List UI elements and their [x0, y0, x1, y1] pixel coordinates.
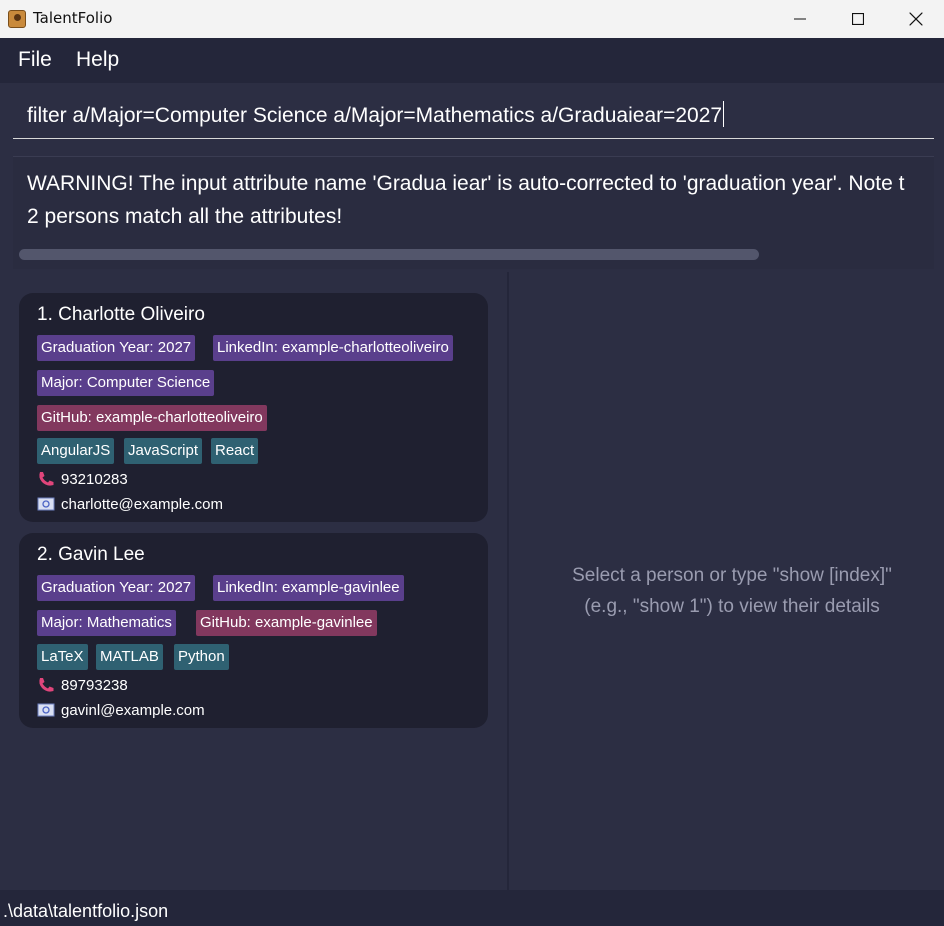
tag-skill: AngularJS	[37, 438, 115, 464]
tag-graduation-year: Graduation Year: 2027	[37, 335, 196, 361]
command-input[interactable]: filter a/Major=Computer Science a/Major=…	[13, 97, 934, 139]
phone-icon	[39, 678, 54, 692]
email-address: gavinl@example.com	[61, 702, 205, 719]
menu-help[interactable]: Help	[76, 48, 119, 72]
result-line-1: WARNING! The input attribute name 'Gradu…	[27, 172, 905, 195]
detail-hint-line-1: Select a person or type "show [index]"	[572, 565, 892, 586]
result-line-2: 2 persons match all the attributes!	[27, 205, 343, 228]
window-title: TalentFolio	[33, 9, 113, 27]
detail-placeholder: Select a person or type "show [index]" (…	[509, 560, 944, 622]
detail-hint-line-2: (e.g., "show 1") to view their details	[584, 596, 880, 617]
menu-bar: File Help	[0, 38, 944, 83]
command-input-text: filter a/Major=Computer Science a/Major=…	[27, 104, 723, 127]
horizontal-scrollbar[interactable]	[19, 249, 759, 260]
tag-skill: MATLAB	[96, 644, 163, 670]
tag-major: Major: Mathematics	[37, 610, 176, 636]
result-display[interactable]: WARNING! The input attribute name 'Gradu…	[13, 156, 934, 269]
tag-skill: Python	[174, 644, 229, 670]
email-row: charlotte@example.com	[37, 496, 223, 513]
close-icon	[909, 12, 923, 26]
tag-github: GitHub: example-charlotteoliveiro	[37, 405, 267, 431]
phone-row: 89793238	[37, 677, 128, 694]
email-row: gavinl@example.com	[37, 702, 205, 719]
tag-github: GitHub: example-gavinlee	[196, 610, 377, 636]
person-name: 2. Gavin Lee	[37, 544, 145, 565]
tag-skill: LaTeX	[37, 644, 88, 670]
tag-linkedin: LinkedIn: example-charlotteoliveiro	[213, 335, 453, 361]
minimize-icon	[794, 18, 806, 20]
tag-skill: JavaScript	[124, 438, 203, 464]
close-button[interactable]	[887, 0, 944, 38]
tag-skill: React	[211, 438, 259, 464]
result-area: WARNING! The input attribute name 'Gradu…	[0, 148, 944, 272]
save-file-path: .\data\talentfolio.json	[3, 901, 169, 921]
status-bar: .\data\talentfolio.json	[0, 890, 944, 926]
email-address: charlotte@example.com	[61, 496, 223, 513]
email-icon	[37, 703, 55, 717]
menu-file[interactable]: File	[18, 48, 52, 72]
tag-graduation-year: Graduation Year: 2027	[37, 575, 196, 601]
maximize-button[interactable]	[829, 0, 887, 38]
maximize-icon	[852, 13, 864, 25]
person-card[interactable]: 1. Charlotte Oliveiro Graduation Year: 2…	[19, 293, 488, 522]
result-text: WARNING! The input attribute name 'Gradu…	[27, 167, 904, 233]
tag-major: Major: Computer Science	[37, 370, 215, 396]
minimize-button[interactable]	[771, 0, 829, 38]
person-card[interactable]: 2. Gavin Lee Graduation Year: 2027 Linke…	[19, 533, 488, 728]
phone-row: 93210283	[37, 471, 128, 488]
tag-linkedin: LinkedIn: example-gavinlee	[213, 575, 404, 601]
phone-number: 89793238	[61, 677, 128, 694]
person-name: 1. Charlotte Oliveiro	[37, 304, 205, 325]
app-icon	[8, 10, 26, 28]
command-area: filter a/Major=Computer Science a/Major=…	[0, 83, 944, 148]
phone-icon	[39, 472, 54, 486]
phone-number: 93210283	[61, 471, 128, 488]
text-caret	[723, 101, 725, 127]
title-bar: TalentFolio	[0, 0, 944, 38]
email-icon	[37, 497, 55, 511]
